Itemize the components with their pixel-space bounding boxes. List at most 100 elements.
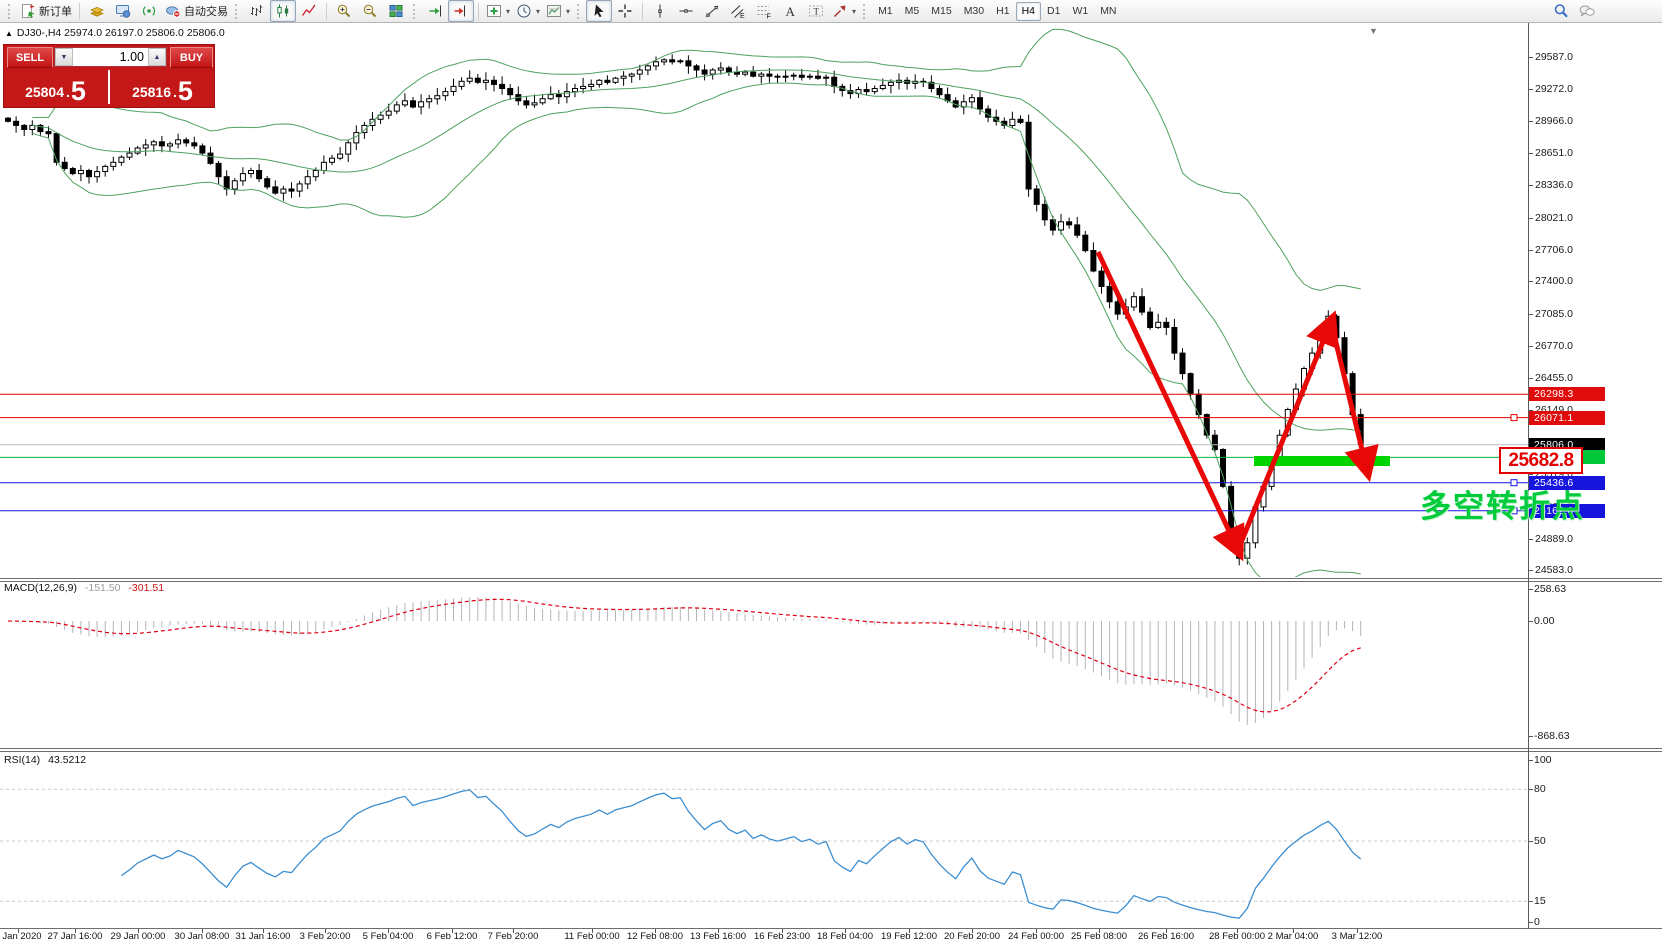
time-axis-label: 5 Feb 04:00 [363,931,414,942]
chart-shift-button[interactable] [448,0,474,22]
time-axis-label: 29 Jan 00:00 [111,931,166,942]
zoom-out-button[interactable] [357,0,383,22]
fibonacci-tool-icon: F [756,3,772,19]
indicators-button[interactable]: ▾ [483,0,513,22]
time-axis-label: 4 Jan 2020 [0,931,42,942]
vertical-line-tool-button[interactable] [647,0,673,22]
time-axis-label: 7 Feb 20:00 [488,931,539,942]
line-chart-button[interactable] [296,0,322,22]
toolbar-grip [8,4,13,19]
timeframe-mn-button[interactable]: MN [1094,2,1122,21]
price-axis-tick: 28021.0 [1535,212,1573,224]
auto-scroll-icon [427,3,443,19]
indicators-dropdown-icon[interactable]: ▾ [506,7,510,16]
chart-corner-arrow-icon[interactable]: ▼ [1369,26,1378,36]
cursor-tool-button[interactable] [586,0,612,22]
price-callout-box[interactable]: 25682.8 [1499,447,1583,474]
timeframe-h1-button[interactable]: H1 [990,2,1015,21]
time-axis-label: 12 Feb 08:00 [627,931,683,942]
toolbar-grip [413,4,418,19]
collapse-arrow-icon[interactable]: ▲ [5,29,13,38]
volume-input[interactable] [73,48,148,66]
timeframe-w1-button[interactable]: W1 [1066,2,1094,21]
svg-text:T: T [814,7,820,17]
bar-chart-button[interactable] [244,0,270,22]
price-axis-tick: 28336.0 [1535,179,1573,191]
price-axis-tick: 26770.0 [1535,340,1573,352]
channel-tool-button[interactable]: E [725,0,751,22]
price-axis-tick: 28651.0 [1535,147,1573,159]
templates-button[interactable]: ▾ [543,0,573,22]
crosshair-tool-button[interactable] [612,0,638,22]
buy-button[interactable]: BUY [170,47,213,68]
toolbar: 新订单 自动交易 ▾ ▾ ▾ E FA T ▾ M1M5M15M30H1H4D1W1MN [0,0,1662,23]
timeframe-d1-button[interactable]: D1 [1041,2,1066,21]
turning-point-annotation[interactable]: 多空转折点 [1420,481,1585,526]
sell-price[interactable]: 25804.5 [5,68,106,106]
time-axis-label: 2 Mar 04:00 [1268,931,1319,942]
tile-windows-icon [388,3,404,19]
label-tool-icon: T [808,3,824,19]
search-button[interactable] [1548,0,1574,22]
rsi-axis-tick: 15 [1534,895,1546,907]
svg-text:E: E [740,13,745,19]
tile-windows-button[interactable] [383,0,409,22]
vertical-line-tool-icon [652,3,668,19]
timeframe-h4-button[interactable]: H4 [1016,2,1041,21]
templates-icon [546,3,562,19]
periods-dropdown-icon[interactable]: ▾ [536,7,540,16]
trend-arrow-3[interactable] [1331,322,1367,470]
time-axis-label: 16 Feb 23:00 [754,931,810,942]
new-order-button[interactable]: 新订单 [17,0,75,22]
fibonacci-tool-button[interactable]: F [751,0,777,22]
level-handle-26071.1[interactable] [1511,415,1517,421]
auto-scroll-button[interactable] [422,0,448,22]
trendline-tool-icon [704,3,720,19]
trend-arrow-1[interactable] [1098,252,1238,550]
templates-dropdown-icon[interactable]: ▾ [566,7,570,16]
market-watch-button[interactable] [84,0,110,22]
zoom-in-button[interactable] [331,0,357,22]
trend-arrow-2[interactable] [1238,322,1331,550]
buy-price[interactable]: 25816.5 [112,68,213,106]
price-axis-tick: 28966.0 [1535,115,1573,127]
auto-trading-button[interactable]: 自动交易 [162,0,231,22]
toolbar-separator [478,3,479,20]
macd-panel [8,597,1361,725]
timeframe-m15-button[interactable]: M15 [925,2,957,21]
timeframe-m5-button[interactable]: M5 [899,2,926,21]
volume-decrease-button[interactable]: ▼ [55,48,73,66]
chart-canvas[interactable] [0,0,1662,944]
time-axis-label: 25 Feb 08:00 [1071,931,1127,942]
time-axis-label: 3 Mar 12:00 [1332,931,1383,942]
time-axis-label: 3 Feb 20:00 [300,931,351,942]
sell-price-dot: . [66,84,70,100]
periods-button[interactable]: ▾ [513,0,543,22]
price-tag-26071.1: 26071.1 [1529,411,1605,425]
time-axis-label: 27 Jan 16:00 [48,931,103,942]
candlestick-chart-button[interactable] [270,0,296,22]
text-tool-button[interactable]: A [777,0,803,22]
arrows-tool-dropdown-icon[interactable]: ▾ [852,7,856,16]
rsi-value: 43.5212 [48,754,86,766]
new-order-icon [20,3,36,19]
trendline-tool-button[interactable] [699,0,725,22]
label-tool-button[interactable]: T [803,0,829,22]
toolbar-grip [577,4,582,19]
timeframe-m30-button[interactable]: M30 [958,2,990,21]
price-axis-tick: 27706.0 [1535,244,1573,256]
sell-button[interactable]: SELL [7,47,53,68]
timeframe-m1-button[interactable]: M1 [872,2,899,21]
volume-increase-button[interactable]: ▲ [148,48,166,66]
buy-price-main: 25816 [132,84,171,100]
data-window-button[interactable] [110,0,136,22]
main-macd-separator[interactable] [0,578,1662,579]
chat-button[interactable] [1574,0,1600,22]
zoom-out-icon [362,3,378,19]
price-axis-tick: 29587.0 [1535,51,1573,63]
arrows-tool-button[interactable]: ▾ [829,0,859,22]
macd-rsi-separator[interactable] [0,748,1662,749]
signals-button[interactable] [136,0,162,22]
time-axis-label: 26 Feb 16:00 [1138,931,1194,942]
horizontal-line-tool-button[interactable] [673,0,699,22]
